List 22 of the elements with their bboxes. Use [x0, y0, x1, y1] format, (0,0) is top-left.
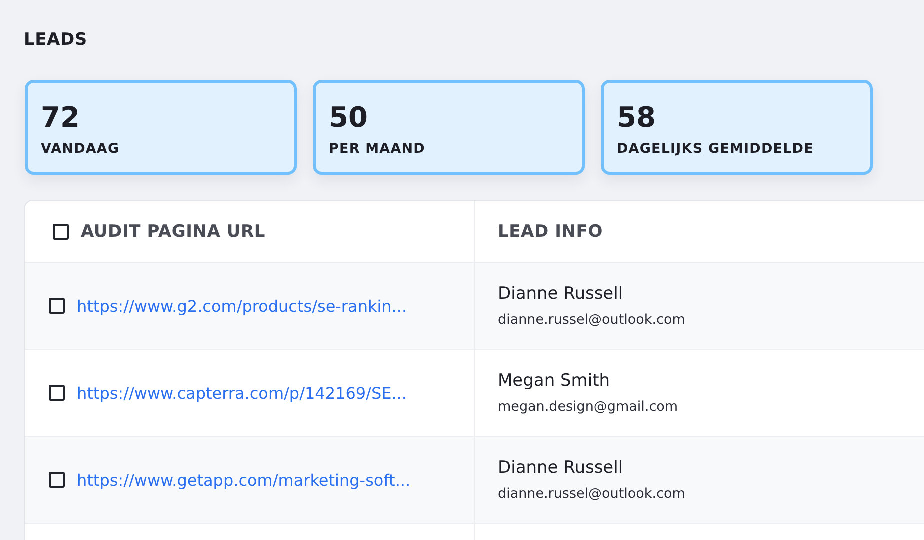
- column-header: LEAD INFO: [498, 222, 603, 242]
- stat-label: PER MAAND: [329, 141, 426, 157]
- row-checkbox[interactable]: [49, 298, 65, 314]
- audit-url-link[interactable]: https://www.getapp.com/marketing-soft...: [77, 470, 411, 490]
- lead-email: megan.design@gmail.com: [498, 399, 678, 415]
- audit-url-link[interactable]: https://www.capterra.com/p/142169/SE...: [77, 384, 407, 402]
- select-all-checkbox[interactable]: [53, 224, 69, 240]
- page-title: LEADS: [24, 30, 88, 50]
- stat-value: 50: [329, 101, 369, 135]
- column-header: AUDIT PAGINA URL: [81, 222, 266, 242]
- stat-value: 58: [617, 101, 657, 135]
- stat-label: VANDAAG: [41, 141, 121, 157]
- lead-email: dianne.russel@outlook.com: [498, 312, 686, 328]
- lead-name: Dianne Russell: [498, 284, 624, 304]
- audit-url-link[interactable]: https://www.g2.com/products/se-rankin...: [77, 296, 408, 316]
- stat-label: DAGELIJKS GEMIDDELDE: [617, 141, 815, 157]
- lead-email: dianne.russel@outlook.com: [498, 486, 686, 502]
- lead-name: Megan Smith: [498, 371, 610, 391]
- row-checkbox[interactable]: [49, 472, 65, 488]
- row-checkbox[interactable]: [49, 385, 65, 401]
- stat-value: 72: [41, 101, 81, 135]
- lead-name: Dianne Russell: [498, 458, 624, 478]
